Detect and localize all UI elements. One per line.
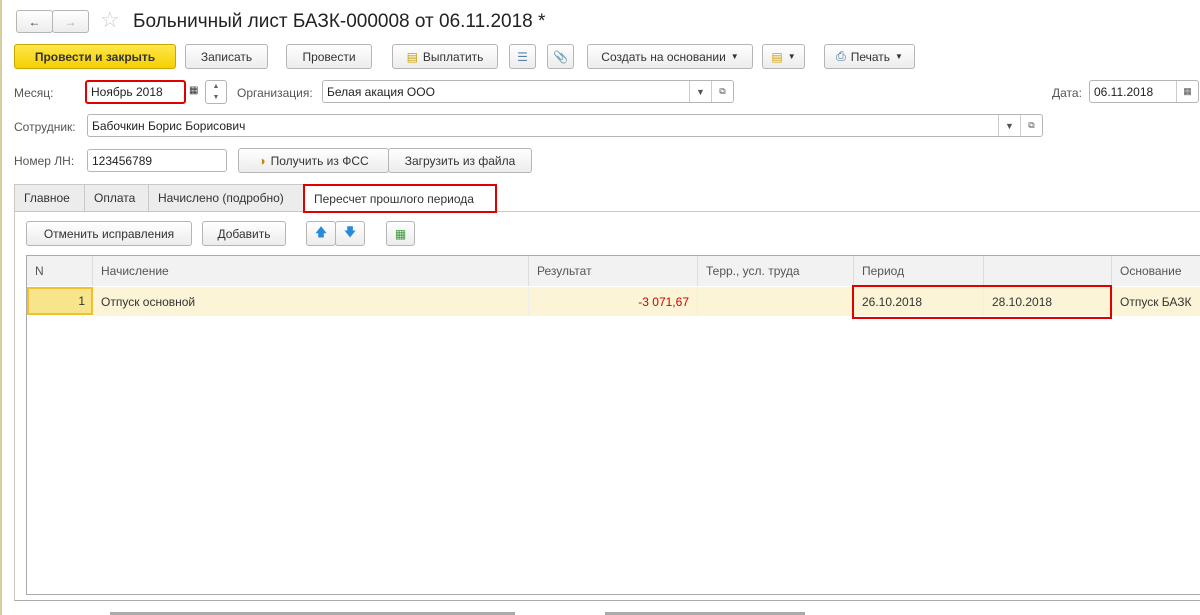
forward-button[interactable]: →: [52, 10, 89, 33]
col-n[interactable]: N: [27, 256, 93, 286]
open-icon[interactable]: ⧉: [1020, 115, 1042, 136]
list-icon: ☰: [517, 49, 528, 64]
cancel-corrections-button[interactable]: Отменить исправления: [26, 221, 192, 246]
employee-field[interactable]: Бабочкин Борис Борисович ▼ ⧉: [87, 114, 1043, 137]
table-add-icon: ▦: [394, 226, 407, 241]
list-button[interactable]: ☰: [509, 44, 536, 69]
tab-main[interactable]: Главное: [14, 184, 85, 212]
period-highlight: [852, 285, 1112, 319]
org-label: Организация:: [237, 86, 313, 100]
col-period[interactable]: Период: [854, 256, 984, 286]
report-icon: ▤: [771, 49, 783, 64]
pay-button[interactable]: ▤ Выплатить: [392, 44, 498, 69]
month-field[interactable]: Ноябрь 2018: [85, 80, 186, 104]
col-period-end[interactable]: [984, 256, 1112, 286]
cell-accrual[interactable]: Отпуск основной: [93, 287, 529, 316]
open-icon[interactable]: ⧉: [711, 81, 733, 102]
col-terr[interactable]: Терр., усл. труда: [698, 256, 854, 286]
ln-label: Номер ЛН:: [14, 154, 75, 168]
load-from-file-button[interactable]: Загрузить из файла: [388, 148, 532, 173]
chevron-down-icon: ▼: [787, 52, 796, 61]
favorite-star-icon[interactable]: ☆: [100, 7, 120, 33]
col-accrual[interactable]: Начисление: [93, 256, 529, 286]
col-result[interactable]: Результат: [529, 256, 698, 286]
get-from-fss-button[interactable]: ◑ Получить из ФСС: [238, 148, 389, 173]
cell-result[interactable]: -3 071,67: [529, 287, 698, 316]
date-field[interactable]: 06.11.2018 ▦: [1089, 80, 1199, 103]
move-down-button[interactable]: 🡇: [335, 221, 365, 246]
post-and-close-button[interactable]: Провести и закрыть: [14, 44, 176, 69]
cell-basis[interactable]: Отпуск БАЗК: [1112, 287, 1200, 316]
month-label: Месяц:: [14, 86, 54, 100]
dropdown-icon[interactable]: ▼: [998, 115, 1020, 136]
tab-accrued-detailed[interactable]: Начислено (подробно): [148, 184, 304, 212]
arrow-up-icon: 🡅: [314, 225, 328, 239]
page-title: Больничный лист БАЗК-000008 от 06.11.201…: [133, 11, 546, 32]
calendar-icon[interactable]: ▦: [1176, 81, 1198, 102]
attach-button[interactable]: 📎: [547, 44, 574, 69]
chevron-down-icon: ▼: [895, 52, 903, 61]
employee-label: Сотрудник:: [14, 120, 76, 134]
calendar-icon[interactable]: ▦: [189, 85, 198, 96]
report-button[interactable]: ▤ ▼: [762, 44, 805, 69]
printer-icon: ⎙: [836, 49, 846, 63]
dropdown-icon[interactable]: ▼: [689, 81, 711, 102]
arrow-down-icon: 🡇: [343, 225, 357, 239]
col-basis[interactable]: Основание: [1112, 256, 1200, 286]
paperclip-icon: 📎: [553, 49, 568, 64]
chevron-down-icon: ▼: [730, 52, 739, 61]
cell-terr[interactable]: [698, 287, 854, 316]
back-button[interactable]: ←: [16, 10, 53, 33]
add-button[interactable]: Добавить: [202, 221, 286, 246]
create-based-button[interactable]: Создать на основании ▼: [587, 44, 753, 69]
fss-icon: ◑: [258, 153, 266, 168]
post-button[interactable]: Провести: [286, 44, 372, 69]
ln-field[interactable]: 123456789: [87, 149, 227, 172]
cell-n[interactable]: 1: [27, 287, 93, 315]
print-button[interactable]: ⎙ Печать ▼: [824, 44, 915, 69]
month-spinner[interactable]: ▲ ▼: [205, 80, 227, 104]
org-field[interactable]: Белая акация ООО ▼ ⧉: [322, 80, 734, 103]
move-up-button[interactable]: 🡅: [306, 221, 336, 246]
date-label: Дата:: [1052, 86, 1082, 100]
pay-icon: ▤: [406, 49, 418, 64]
add-table-button[interactable]: ▦: [386, 221, 415, 246]
tab-recalc-past-period[interactable]: Пересчет прошлого периода: [303, 184, 497, 213]
save-button[interactable]: Записать: [185, 44, 268, 69]
tab-payment[interactable]: Оплата: [84, 184, 149, 212]
